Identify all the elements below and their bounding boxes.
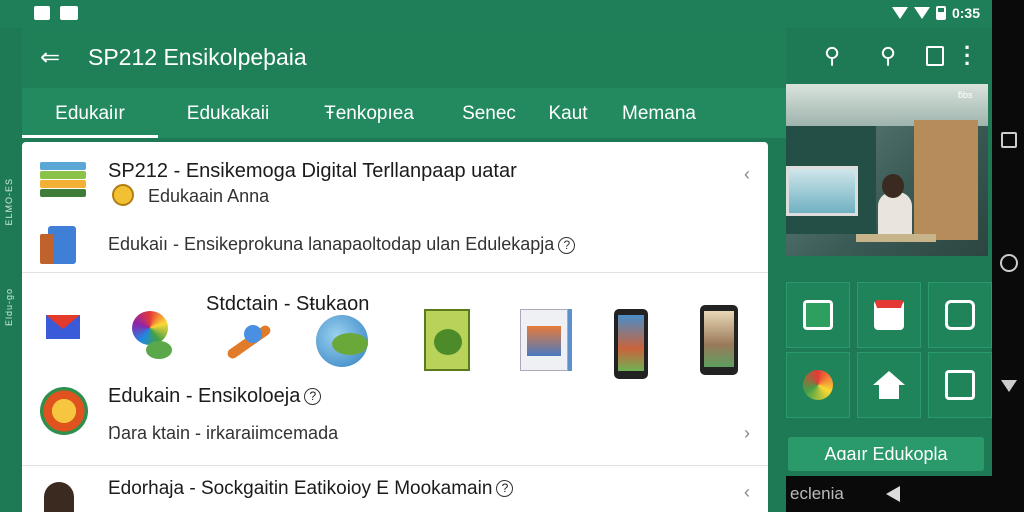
tab-memana[interactable]: Memana [614,88,704,138]
tab-tenkopiea[interactable]: Ŧenkopıea [308,88,430,138]
tile-google-classroom[interactable] [786,282,850,348]
teacher-head [882,174,904,198]
item-title: SP212 - Ensikemoga Digital Terllanpaap u… [108,160,517,182]
help-icon[interactable]: ? [496,480,514,498]
list-item[interactable]: Edorhaja - Sockgaitin Eatikoioy E Mookam… [22,466,768,512]
app-title: SP212 Ensikolpeþaia [88,44,307,70]
back-button[interactable] [1001,380,1017,392]
phone-video-icon[interactable] [700,305,738,375]
bookshelf [914,120,978,240]
list-item[interactable]: SP212 - Ensikemoga Digital Terllanpaap u… [22,142,768,272]
status-time: 0:35 [951,5,980,21]
list-item[interactable]: Stdctain - Sŧukaon [22,273,768,383]
calendar-icon [874,300,904,330]
tab-edukakaii[interactable]: Edukakaii [172,88,284,138]
screen-display [786,166,858,216]
camera-icon [945,300,975,330]
content-list: SP212 - Ensikemoga Digital Terllanpaap u… [22,142,768,512]
image-notification-icon [60,6,78,20]
chevron-left-icon[interactable]: ‹ [744,482,750,503]
tile-play[interactable] [928,352,992,418]
primary-action-button[interactable]: Aɑaır Edukopla [788,437,984,471]
help-icon[interactable]: ? [558,236,576,254]
bottom-nav-text: eclenia [790,484,844,503]
item-title: Edukain - Ensikoloeja? [108,385,322,408]
recents-button[interactable] [1001,132,1017,148]
item-subtitle: Edukaain Anna [148,186,270,206]
tile-home[interactable] [857,352,921,418]
search-icon-secondary[interactable]: ⚲ [880,45,896,67]
classroom-photo[interactable]: ƃbs [786,84,988,256]
back-arrow-icon[interactable]: ⇐ [40,46,60,70]
study-box-icon[interactable] [520,309,568,371]
tile-calendar[interactable] [857,282,921,348]
signal-icon [913,7,930,19]
science-tool-icon[interactable] [220,313,276,373]
phone-app-icon[interactable] [614,309,648,379]
app-bar: ⇐ SP212 Ensikolpeþaia [22,28,786,88]
smiley-icon [112,184,134,206]
notification-icon [34,6,50,20]
help-icon[interactable]: ? [304,388,322,406]
photo-label: ƃbs [958,90,973,100]
system-nav-bar [992,0,1024,512]
tab-kaut[interactable]: Kaut [538,88,598,138]
globe-turtle-icon[interactable] [314,313,370,373]
wifi-icon [891,7,908,19]
chevron-right-icon[interactable]: › [744,423,750,444]
item-title: Edorhaja - Sockgaitin Eatikoioy E Mookam… [108,478,514,500]
home-icon-body [879,385,899,399]
left-edge-label-bottom: Eldu-go [4,288,14,327]
mail-icon[interactable] [46,315,80,339]
colorful-puzzle-icon[interactable] [126,303,182,363]
tab-senec[interactable]: Senec [454,88,524,138]
search-icon[interactable]: ⚲ [824,45,840,67]
chevron-left-icon[interactable]: ‹ [744,164,750,185]
tile-chrome[interactable] [786,352,850,418]
status-right: 0:35 [891,5,980,21]
chrome-icon [803,370,833,400]
item-subtitle: Ŋara ktain - irkaraiimcemada [108,423,339,443]
bookmark-icon[interactable] [926,46,944,66]
sun-wheel-icon [40,387,88,435]
home-button[interactable] [1000,254,1018,272]
item-title: Edukaiı - Ensikeprokuna lanapaoltodap ul… [108,234,576,255]
books-stack-icon [40,162,86,200]
blue-book-icon [40,226,78,266]
battery-icon [935,6,946,20]
bottom-nav-area: eclenia [786,476,992,512]
desk [856,234,936,242]
tile-camera[interactable] [928,282,992,348]
overflow-menu-icon[interactable]: · · · [964,37,971,75]
tab-bar: Edukaiır Edukakaii Ŧenkopıea Senec Kaut … [22,88,786,138]
left-edge-panel: ELMO-ES Eldu-go [0,28,22,512]
left-edge-label-top: ELMO-ES [4,178,14,226]
home-icon [873,371,905,385]
play-store-icon [945,370,975,400]
storybook-icon[interactable] [424,309,470,371]
child-avatar-icon [44,482,74,512]
classroom-icon [803,300,833,330]
status-bar: 0:35 [0,0,992,28]
tab-edukaiir[interactable]: Edukaiır [22,88,158,138]
list-item[interactable]: Edukain - Ensikoloeja? Ŋara ktain - irka… [22,383,768,465]
back-triangle-icon[interactable] [886,486,900,502]
